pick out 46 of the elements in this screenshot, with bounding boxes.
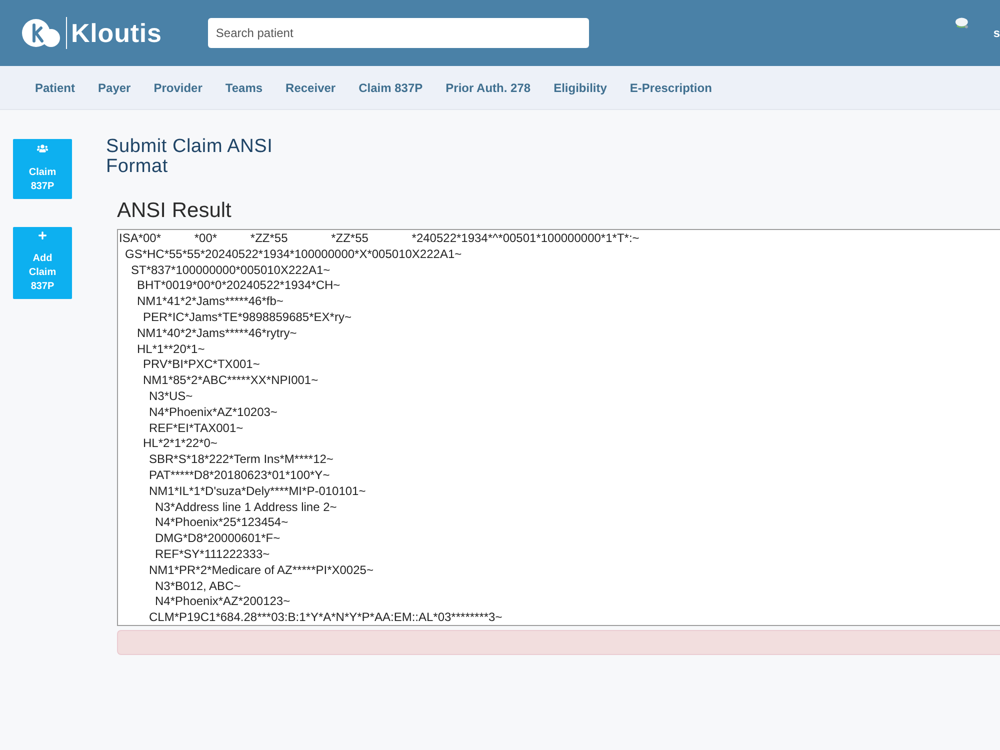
edi-code-line: PAT*****D8*20180623*01*100*Y~ xyxy=(149,468,330,484)
edi-code-line: NM1*85*2*ABC*****XX*NPI001~ xyxy=(143,373,318,389)
search-field[interactable]: Search patient xyxy=(208,18,589,48)
nav-link[interactable]: Patient xyxy=(35,80,76,94)
user-name[interactable]: s xyxy=(993,26,1000,40)
edi-code-line: SBR*S*18*222*Term Ins*M****12~ xyxy=(149,452,334,468)
nav-link[interactable]: Eligibility xyxy=(554,80,607,94)
edi-code-line: GS*HC*55*55*20240522*1934*100000000*X*005010X222A1~ xyxy=(125,246,462,263)
edi-code-line: PRV*BI*PXC*TX001~ xyxy=(143,357,260,374)
edi-code-line: N3*US~ xyxy=(149,388,193,405)
edi-code-line: N4*Phoenix*25*123454~ xyxy=(155,515,288,532)
edi-code-line: NM1*PR*2*Medicare of AZ*****PI*X0025~ xyxy=(149,562,374,579)
edi-code-line: NM1*IL*1*D'suza*Dely****MI*P-010101~ xyxy=(149,484,366,500)
ansi-result-text-area[interactable] xyxy=(117,229,1000,626)
sidebar-button[interactable]: Claim 837P xyxy=(13,139,72,199)
nav-link[interactable]: Receiver xyxy=(286,80,336,94)
nav-link[interactable]: E-Prescription xyxy=(630,80,712,94)
edi-code-line: N4*Phoenix*AZ*200123~ xyxy=(155,594,290,610)
edi-code-line: BHT*0019*00*0*20240522*1934*CH~ xyxy=(137,278,340,294)
cloud-logo-icon xyxy=(22,18,60,48)
edi-code-line: N3*B012, ABC~ xyxy=(155,578,241,594)
page-title: Submit Claim ANSI Format xyxy=(106,137,274,177)
edi-code-line: NM1*40*2*Jams*****46*rytry~ xyxy=(137,326,297,342)
edi-code-line: ISA*00* *00* *ZZ*55 *ZZ*55 *240522*1934*^*00501*100000000*1*T*:~ xyxy=(119,231,640,247)
plus-icon xyxy=(38,231,47,240)
edi-code-line: REF*EI*TAX001~ xyxy=(149,420,244,436)
users-icon xyxy=(37,143,48,154)
edi-code-line: NM1*41*2*Jams*****46*fb~ xyxy=(137,294,284,310)
edi-code-line: REF*SY*111222333~ xyxy=(155,546,270,563)
edi-code-line: DMG*D8*20000601*F~ xyxy=(155,531,280,547)
nav-link[interactable]: Claim 837P xyxy=(358,80,423,94)
nav-link[interactable]: Prior Auth. 278 xyxy=(446,80,531,94)
edi-code-line: N4*Phoenix*AZ*10203~ xyxy=(149,404,278,421)
edi-code-line: HL*1**20*1~ xyxy=(137,342,205,358)
nav-link[interactable]: Teams xyxy=(225,80,263,94)
sidebar-button[interactable]: Add Claim 837P xyxy=(13,227,72,299)
avatar-icon[interactable] xyxy=(955,17,968,29)
section-title: ANSI Result xyxy=(117,199,232,223)
edi-code-line: PER*IC*Jams*TE*9898859685*EX*ry~ xyxy=(143,310,352,326)
nav-link[interactable]: Provider xyxy=(154,80,202,94)
brand-name: Kloutis xyxy=(71,18,162,48)
nav-link[interactable]: Payer xyxy=(98,80,131,94)
edi-code-line: ST*837*100000000*005010X222A1~ xyxy=(131,262,330,278)
edi-code-line: CLM*P19C1*684.28***03:B:1*Y*A*N*Y*P*AA:EM::AL*03********3~ xyxy=(149,610,502,625)
edi-code-line: HL*2*1*22*0~ xyxy=(143,436,218,452)
edi-code-line: N3*Address line 1 Address line 2~ xyxy=(155,500,337,516)
